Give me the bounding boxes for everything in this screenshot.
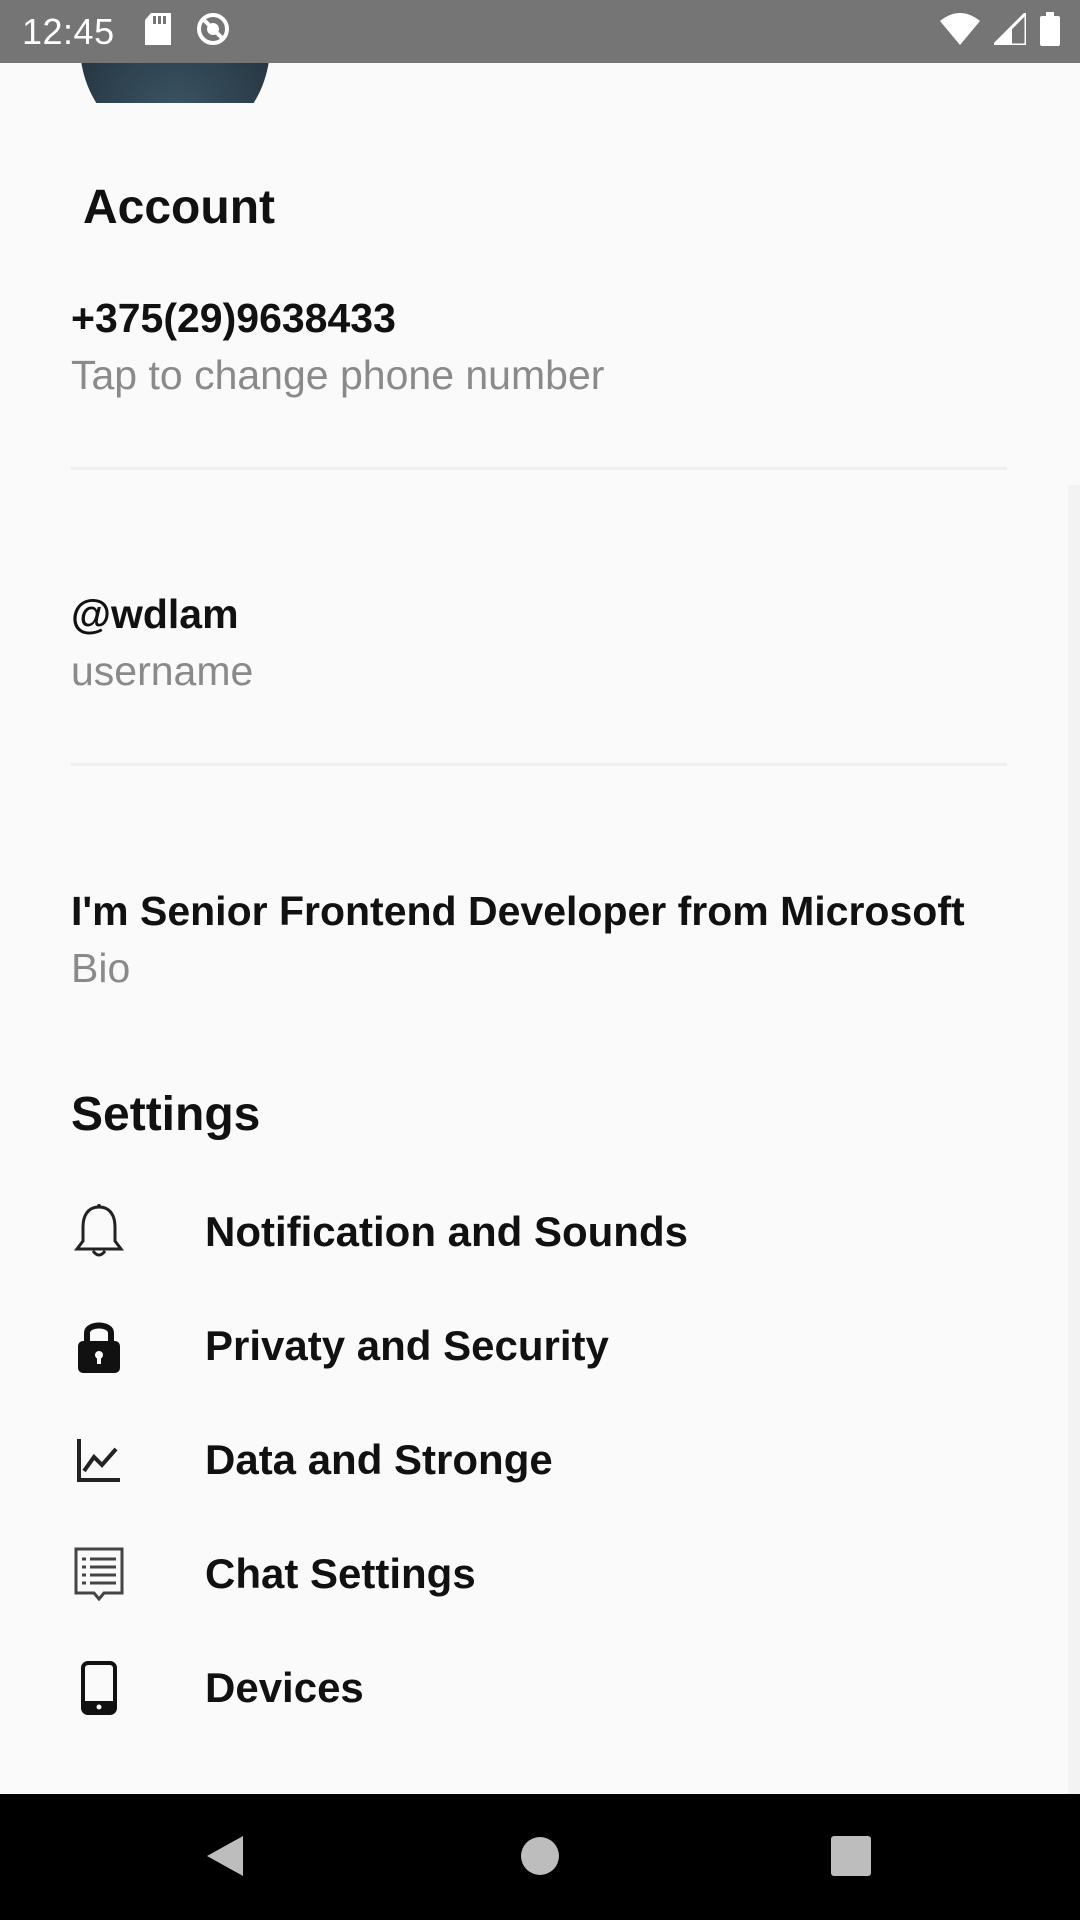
settings-section-title: Settings [71, 1088, 261, 1141]
scroll-edge [1068, 485, 1080, 1795]
username-value[interactable]: @wdlam [71, 591, 239, 638]
settings-item-label: Devices [205, 1664, 364, 1711]
settings-item-notifications[interactable]: Notification and Sounds [0, 1182, 1080, 1282]
phone-number-value[interactable]: +375(29)9638433 [71, 295, 396, 342]
sync-blocked-icon [195, 11, 231, 52]
settings-item-label: Privaty and Security [205, 1322, 609, 1369]
phone-icon [71, 1658, 127, 1718]
navigation-bar [0, 1794, 1080, 1920]
settings-item-data[interactable]: Data and Stronge [0, 1410, 1080, 1510]
settings-item-label: Notification and Sounds [205, 1208, 688, 1255]
account-section-title: Account [83, 181, 275, 234]
bio-label[interactable]: Bio [71, 945, 130, 992]
settings-item-privacy[interactable]: Privaty and Security [0, 1296, 1080, 1396]
recents-icon[interactable] [831, 1836, 871, 1881]
back-icon[interactable] [205, 1834, 245, 1883]
status-bar: 12:45 [0, 0, 1080, 63]
bio-value[interactable]: I'm Senior Frontend Developer from Micro… [71, 888, 965, 935]
sd-card-icon [144, 13, 171, 50]
settings-item-chat[interactable]: Chat Settings [0, 1524, 1080, 1624]
chart-icon [71, 1430, 127, 1490]
signal-icon [990, 9, 1028, 50]
settings-item-label: Data and Stronge [205, 1436, 553, 1483]
bell-icon [71, 1202, 127, 1262]
home-icon[interactable] [520, 1836, 560, 1881]
lock-icon [71, 1316, 127, 1376]
phone-number-label[interactable]: Tap to change phone number [71, 352, 604, 399]
settings-item-label: Chat Settings [205, 1550, 476, 1597]
wifi-icon [940, 13, 980, 50]
divider [71, 763, 1007, 766]
divider [71, 467, 1007, 470]
chat-list-icon [71, 1544, 127, 1604]
status-time: 12:45 [22, 10, 115, 52]
battery-icon [1040, 12, 1060, 51]
username-label[interactable]: username [71, 648, 253, 695]
avatar[interactable] [80, 63, 270, 103]
settings-item-devices[interactable]: Devices [0, 1638, 1080, 1738]
